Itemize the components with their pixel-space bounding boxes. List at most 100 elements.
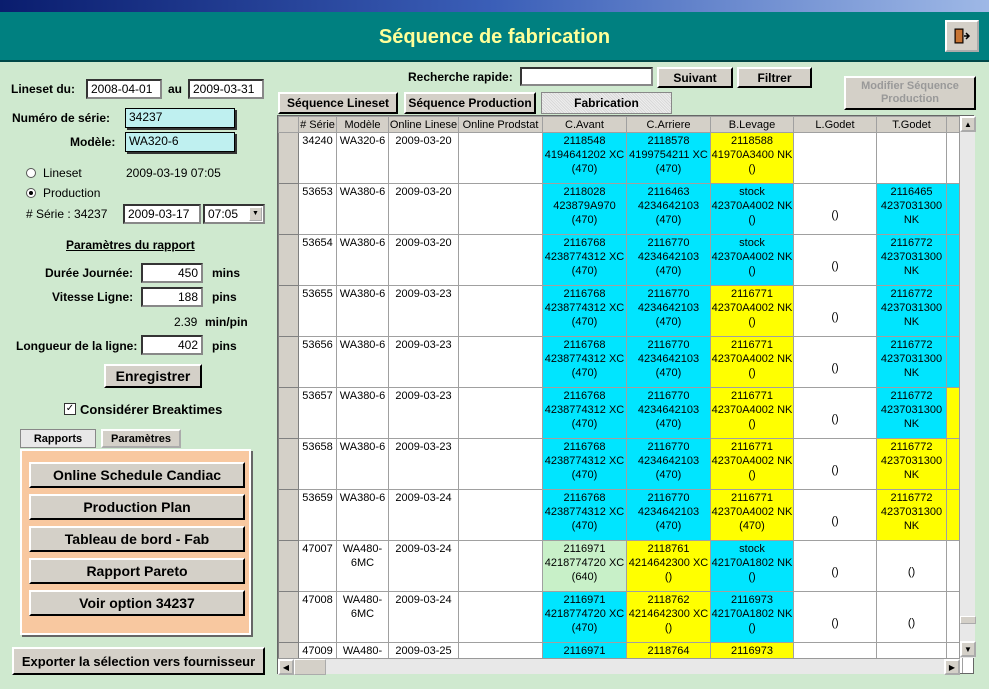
carriere-cell[interactable]: 2116770 4234642103 (470) <box>626 387 711 439</box>
lgodet-cell[interactable]: () <box>793 336 877 388</box>
prodstat-cell[interactable] <box>458 132 543 184</box>
filter-button[interactable]: Filtrer <box>737 67 812 88</box>
blevage-cell[interactable]: 2116973 42170A1802 NK () <box>710 591 794 643</box>
report-production-plan-button[interactable]: Production Plan <box>29 494 245 520</box>
serie-cell[interactable]: 53655 <box>298 285 337 337</box>
online-lineset-header[interactable]: Online Linese <box>388 116 459 133</box>
cavant-cell[interactable]: 2116768 4238774312 XC (470) <box>542 387 627 439</box>
serie-cell[interactable]: 47007 <box>298 540 337 592</box>
online-cell[interactable]: 2009-03-24 <box>388 540 459 592</box>
lgodet-cell[interactable]: () <box>793 387 877 439</box>
duree-input[interactable]: 450 <box>141 263 203 283</box>
serie-cell[interactable]: 34240 <box>298 132 337 184</box>
radio-lineset[interactable] <box>26 168 36 178</box>
carriere-cell[interactable]: 2116463 4234642103 (470) <box>626 183 711 235</box>
modele-cell[interactable]: WA380-6 <box>336 183 389 235</box>
lgodet-cell[interactable] <box>793 132 877 184</box>
row-selector[interactable] <box>278 183 299 235</box>
vertical-scrollbar[interactable]: ▲ ▼ <box>959 116 976 658</box>
blevage-cell[interactable]: 2116771 42370A4002 NK () <box>710 336 794 388</box>
serie-cell[interactable]: 53653 <box>298 183 337 235</box>
prod-time-select[interactable]: 07:05 ▼ <box>203 204 265 224</box>
serie-header[interactable]: # Série <box>298 116 337 133</box>
tab-parametres[interactable]: Paramètres <box>101 429 181 448</box>
tgodet-cell[interactable]: 2116772 4237031300 NK <box>876 387 947 439</box>
lgodet-cell[interactable]: () <box>793 489 877 541</box>
row-selector[interactable] <box>278 591 299 643</box>
cavant-cell[interactable]: 2116768 4238774312 XC (470) <box>542 489 627 541</box>
modele-cell[interactable]: WA320-6 <box>336 132 389 184</box>
tab-sequence-production[interactable]: Séquence Production <box>404 92 536 114</box>
tab-rapports[interactable]: Rapports <box>20 429 96 448</box>
cavant-header[interactable]: C.Avant <box>542 116 627 133</box>
modele-cell[interactable]: WA380-6 <box>336 489 389 541</box>
prodstat-cell[interactable] <box>458 234 543 286</box>
blevage-cell[interactable]: 2116771 42370A4002 NK () <box>710 285 794 337</box>
modify-sequence-button[interactable]: Modifier Séquence Production <box>844 76 976 110</box>
tgodet-cell[interactable]: 2116772 4237031300 NK <box>876 336 947 388</box>
table-row[interactable]: 47007 WA480-6MC 2009-03-24 2116971 421877472… <box>278 540 963 592</box>
prod-date-input[interactable]: 2009-03-17 <box>123 204 201 224</box>
serie-cell[interactable]: 53656 <box>298 336 337 388</box>
tgodet-cell[interactable]: 2116772 4237031300 NK <box>876 489 947 541</box>
online-cell[interactable]: 2009-03-23 <box>388 336 459 388</box>
online-cell[interactable]: 2009-03-24 <box>388 489 459 541</box>
row-selector[interactable] <box>278 132 299 184</box>
row-selector[interactable] <box>278 540 299 592</box>
prodstat-cell[interactable] <box>458 336 543 388</box>
serie-cell[interactable]: 53654 <box>298 234 337 286</box>
carriere-cell[interactable]: 2118762 4214642300 XC () <box>626 591 711 643</box>
row-selector[interactable] <box>278 387 299 439</box>
carriere-cell[interactable]: 2116770 4234642103 (470) <box>626 489 711 541</box>
table-row[interactable]: 34240 WA320-6 2009-03-20 2118548 4194641202 … <box>278 132 963 184</box>
horizontal-scrollbar[interactable]: ◀ ▶ <box>278 658 960 675</box>
carriere-cell[interactable]: 2116770 4234642103 (470) <box>626 285 711 337</box>
blevage-header[interactable]: B.Levage <box>710 116 794 133</box>
online-prodstat-header[interactable]: Online Prodstat <box>458 116 543 133</box>
row-selector[interactable] <box>278 234 299 286</box>
prodstat-cell[interactable] <box>458 438 543 490</box>
carriere-cell[interactable]: 2118578 4199754211 XC (470) <box>626 132 711 184</box>
prodstat-cell[interactable] <box>458 285 543 337</box>
modele-cell[interactable]: WA480-6MC <box>336 591 389 643</box>
lgodet-cell[interactable]: () <box>793 438 877 490</box>
date-to-input[interactable]: 2009-03-31 <box>188 79 264 99</box>
carriere-cell[interactable]: 2116770 4234642103 (470) <box>626 234 711 286</box>
report-voir-option-button[interactable]: Voir option 34237 <box>29 590 245 616</box>
cavant-cell[interactable]: 2116768 4238774312 XC (470) <box>542 336 627 388</box>
serie-cell[interactable]: 47008 <box>298 591 337 643</box>
modele-cell[interactable]: WA380-6 <box>336 438 389 490</box>
table-row[interactable]: 53653 WA380-6 2009-03-20 2118028 423879A970 (… <box>278 183 963 235</box>
cavant-cell[interactable]: 2118028 423879A970 (470) <box>542 183 627 235</box>
tgodet-header[interactable]: T.Godet <box>876 116 947 133</box>
row-selector[interactable] <box>278 336 299 388</box>
table-row[interactable]: 53658 WA380-6 2009-03-23 2116768 4238774312 … <box>278 438 963 490</box>
cavant-cell[interactable]: 2118548 4194641202 XC (470) <box>542 132 627 184</box>
scroll-right-icon[interactable]: ▶ <box>944 659 960 675</box>
blevage-cell[interactable]: stock 42370A4002 NK () <box>710 234 794 286</box>
prodstat-cell[interactable] <box>458 591 543 643</box>
prodstat-cell[interactable] <box>458 540 543 592</box>
online-cell[interactable]: 2009-03-20 <box>388 183 459 235</box>
carriere-cell[interactable]: 2118761 4214642300 XC () <box>626 540 711 592</box>
serie-cell[interactable]: 53659 <box>298 489 337 541</box>
lgodet-cell[interactable]: () <box>793 591 877 643</box>
online-cell[interactable]: 2009-03-23 <box>388 438 459 490</box>
save-button[interactable]: Enregistrer <box>104 364 202 388</box>
modele-header[interactable]: Modèle <box>336 116 389 133</box>
row-selector[interactable] <box>278 489 299 541</box>
row-selector[interactable] <box>278 285 299 337</box>
modele-cell[interactable]: WA480-6MC <box>336 540 389 592</box>
scroll-up-icon[interactable]: ▲ <box>960 116 976 132</box>
table-row[interactable]: 53654 WA380-6 2009-03-20 2116768 4238774312 … <box>278 234 963 286</box>
carriere-header[interactable]: C.Arriere <box>626 116 711 133</box>
serie-input[interactable]: 34237 <box>125 108 235 128</box>
tgodet-cell[interactable]: () <box>876 591 947 643</box>
exit-button[interactable] <box>945 20 979 52</box>
tgodet-cell[interactable]: () <box>876 540 947 592</box>
longueur-input[interactable]: 402 <box>141 335 203 355</box>
chevron-down-icon[interactable]: ▼ <box>249 207 262 221</box>
cavant-cell[interactable]: 2116768 4238774312 XC (470) <box>542 438 627 490</box>
serie-cell[interactable]: 53658 <box>298 438 337 490</box>
cavant-cell[interactable]: 2116768 4238774312 XC (470) <box>542 285 627 337</box>
